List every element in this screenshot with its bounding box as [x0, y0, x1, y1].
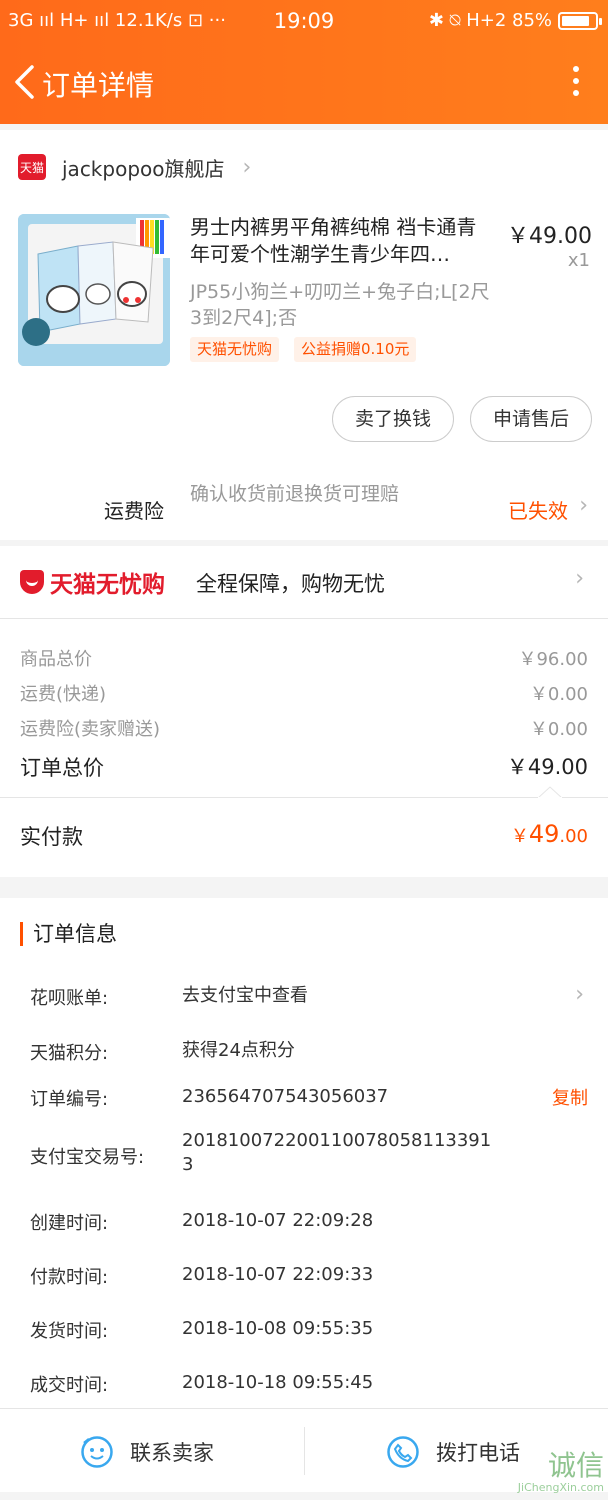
shipped-time-label: 发货时间: — [30, 1321, 109, 1342]
order-total-label: 订单总价 — [20, 756, 104, 780]
divider — [304, 1427, 305, 1475]
copy-button[interactable]: 复制 — [552, 1084, 588, 1110]
completed-time-value: 2018-10-18 09:55:45 — [182, 1372, 374, 1393]
product-sku: JP55小狗兰+叨叨兰+兔子白;L[2尺3到2尺4];否 — [190, 281, 490, 329]
shipped-time-value: 2018-10-08 09:55:35 — [182, 1318, 374, 1339]
huabei-value[interactable]: 去支付宝中查看 — [182, 984, 512, 1008]
alipay-trade-value: 2018100722001100780581133913 — [182, 1130, 492, 1175]
created-time-value: 2018-10-07 22:09:28 — [182, 1210, 374, 1231]
status-bar: 3G ııl H+ ııl 12.1K/s ⊡ ··· 19:09 ✱ ⍉ H+… — [0, 0, 608, 42]
insurance-status: 已失效 — [508, 499, 568, 523]
paid-time-value: 2018-10-07 22:09:33 — [182, 1264, 374, 1285]
guarantee-text: 全程保障，购物无忧 — [196, 572, 385, 596]
summary-label: 运费(快递) — [20, 684, 107, 705]
points-label: 天猫积分: — [30, 1043, 109, 1064]
completed-time-label: 成交时间: — [30, 1375, 109, 1396]
chevron-right-icon: › — [579, 493, 588, 518]
aftersale-button[interactable]: 申请售后 — [470, 396, 592, 442]
summary-value: ￥96.00 — [518, 649, 588, 670]
watermark-cn: 诚信 — [547, 1449, 604, 1482]
tmall-shop-logo: 天猫 — [18, 154, 46, 180]
paid-integer: 49 — [528, 820, 560, 848]
insurance-label: 运费险 — [104, 499, 164, 523]
watermark-en: JiChengXin.com — [517, 1481, 604, 1494]
paid-value: ￥49.00 — [511, 820, 588, 848]
shop-name: jackpopoo旗舰店 — [62, 156, 225, 181]
product-image[interactable] — [18, 214, 170, 366]
order-number-label: 订单编号: — [30, 1089, 109, 1110]
back-arrow-icon[interactable] — [12, 64, 38, 100]
paid-label: 实付款 — [20, 825, 83, 849]
pointer-caret-icon — [538, 786, 562, 798]
order-total-value: ￥49.00 — [506, 755, 588, 779]
page-title: 订单详情 — [42, 69, 155, 102]
created-time-label: 创建时间: — [30, 1213, 109, 1234]
paid-currency: ￥ — [510, 826, 529, 847]
order-number-value: 236564707543056037 — [182, 1086, 389, 1107]
shield-icon — [20, 570, 44, 594]
tag-charity: 公益捐赠0.10元 — [294, 337, 417, 362]
status-indicators: ✱ ⍉ H+2 85% — [428, 10, 552, 31]
summary-value: ￥0.00 — [529, 684, 588, 705]
contact-seller-label: 联系卖家 — [130, 1441, 214, 1465]
phone-icon — [387, 1436, 419, 1468]
divider — [0, 797, 608, 798]
battery-level — [562, 16, 590, 26]
chevron-right-icon: › — [575, 566, 584, 591]
product-quantity: x1 — [567, 250, 590, 271]
call-label: 拨打电话 — [436, 1441, 520, 1465]
summary-label: 商品总价 — [20, 649, 92, 670]
call-button[interactable]: 拨打电话 — [386, 1427, 520, 1477]
sell-button[interactable]: 卖了换钱 — [332, 396, 454, 442]
nav-bar: 订单详情 — [0, 52, 608, 112]
product-image-art — [18, 214, 170, 366]
contact-seller-button[interactable]: 联系卖家 — [80, 1427, 214, 1477]
summary-value: ￥0.00 — [529, 719, 588, 740]
chevron-right-icon: › — [575, 982, 584, 1007]
paid-time-label: 付款时间: — [30, 1267, 109, 1288]
product-price: ￥49.00 — [507, 224, 592, 249]
order-info-title: 订单信息 — [20, 922, 117, 946]
more-menu-icon[interactable] — [572, 66, 580, 98]
huabei-label: 花呗账单: — [30, 988, 109, 1009]
tmall-guarantee-logo: 天猫无忧购 — [20, 565, 165, 599]
battery-icon — [558, 12, 602, 30]
insurance-desc: 确认收货前退换货可理赔 — [190, 483, 400, 505]
tmall-guarantee-logo-text: 天猫无忧购 — [50, 572, 165, 598]
header: 3G ııl H+ ııl 12.1K/s ⊡ ··· 19:09 ✱ ⍉ H+… — [0, 0, 608, 124]
alipay-trade-label: 支付宝交易号: — [30, 1147, 145, 1168]
chat-face-icon — [81, 1436, 113, 1468]
points-value: 获得24点积分 — [182, 1040, 295, 1061]
paid-decimal: .00 — [559, 826, 588, 847]
product-title[interactable]: 男士内裤男平角裤纯棉 裆卡通青年可爱个性潮学生青少年四… — [190, 214, 490, 268]
tag-tmall-guarantee: 天猫无忧购 — [190, 337, 280, 362]
watermark: 诚信 JiChengXin.com — [518, 1450, 604, 1494]
chevron-right-icon: › — [242, 154, 252, 180]
summary-label: 运费险(卖家赠送) — [20, 719, 161, 740]
shop-link[interactable]: 天猫 jackpopoo旗舰店 › — [18, 150, 251, 184]
